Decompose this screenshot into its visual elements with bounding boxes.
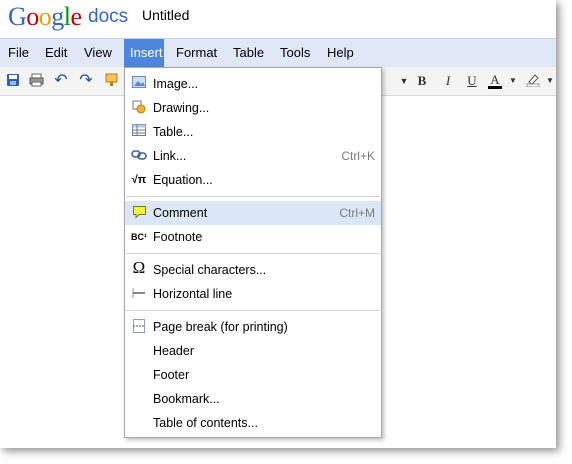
app-header: Google docs Untitled [0, 0, 556, 38]
omega-icon: Ω [132, 258, 146, 277]
text-color-dropdown-icon[interactable]: ▼ [505, 73, 521, 89]
redo-icon[interactable]: ↷ [78, 73, 94, 89]
logo-letter: G [8, 2, 27, 31]
equation-icon: √π [131, 174, 147, 186]
menu-item-footer[interactable]: Footer [125, 363, 381, 387]
footnote-icon: BC¹ [131, 232, 147, 242]
logo-letter: e [70, 2, 83, 31]
menu-item-label: Special characters... [153, 263, 267, 277]
link-icon [131, 148, 147, 164]
menu-tools[interactable]: Tools [274, 39, 316, 67]
font-size-dropdown-arrow-icon[interactable]: ▼ [396, 73, 412, 89]
product-name: docs [88, 6, 129, 27]
menu-item-drawing[interactable]: Drawing... [125, 96, 381, 120]
menu-item-bookmark[interactable]: Bookmark... [125, 387, 381, 411]
image-icon [131, 76, 147, 92]
menu-item-label: Header [153, 344, 194, 358]
menu-item-label: Comment [153, 206, 208, 220]
google-logo: Google [8, 2, 82, 32]
insert-menu: Image... Drawing... Table... Link... Ctr… [124, 67, 382, 438]
menu-item-table[interactable]: Table... [125, 120, 381, 144]
menu-file[interactable]: File [2, 39, 35, 67]
highlight-dropdown-icon[interactable]: ▼ [542, 73, 556, 89]
menu-separator [126, 253, 380, 254]
menu-item-label: Footer [153, 368, 190, 382]
menu-help[interactable]: Help [321, 39, 360, 67]
menu-item-link[interactable]: Link... Ctrl+K [125, 144, 381, 168]
menu-item-label: Horizontal line [153, 287, 233, 301]
save-icon[interactable] [5, 73, 21, 89]
logo-letter: o [38, 2, 52, 31]
menu-item-table-of-contents[interactable]: Table of contents... [125, 411, 381, 435]
horizontal-line-icon [131, 286, 147, 302]
menu-item-label: Image... [153, 77, 199, 91]
text-color-button[interactable]: A [488, 73, 502, 89]
menu-item-label: Page break (for printing) [153, 320, 288, 334]
menu-item-horizontal-line[interactable]: Horizontal line [125, 282, 381, 306]
italic-button[interactable]: I [440, 73, 456, 89]
logo-letter: o [26, 2, 39, 31]
menu-item-footnote[interactable]: BC¹ Footnote [125, 225, 381, 249]
menu-item-header[interactable]: Header [125, 339, 381, 363]
menu-item-label: Equation... [153, 173, 213, 187]
menu-item-label: Footnote [153, 230, 203, 244]
menu-table[interactable]: Table [227, 39, 270, 67]
menu-item-image[interactable]: Image... [125, 72, 381, 96]
shortcut-label: Ctrl+M [339, 206, 375, 220]
menu-item-label: Table of contents... [153, 416, 258, 430]
logo-letter: g [51, 2, 64, 31]
print-icon[interactable] [28, 73, 44, 89]
comment-icon [131, 205, 147, 221]
menu-item-label: Link... [153, 149, 187, 163]
menu-item-comment[interactable]: Comment Ctrl+M [125, 201, 381, 225]
menu-edit[interactable]: Edit [39, 39, 73, 67]
menu-item-special-characters[interactable]: Ω Special characters... [125, 258, 381, 282]
drawing-icon [131, 100, 147, 116]
undo-icon[interactable]: ↶ [53, 73, 69, 89]
menu-insert[interactable]: Insert [124, 39, 164, 67]
menubar: File Edit View Insert Format Table Tools… [0, 38, 556, 68]
logo-letter: l [63, 2, 71, 31]
menu-item-label: Bookmark... [153, 392, 220, 406]
table-icon [131, 124, 147, 140]
menu-item-page-break[interactable]: Page break (for printing) [125, 315, 381, 339]
menu-separator [126, 310, 380, 311]
menu-item-label: Drawing... [153, 101, 210, 115]
menu-view[interactable]: View [78, 39, 118, 67]
page-break-icon [131, 319, 147, 335]
shortcut-label: Ctrl+K [341, 149, 375, 163]
menu-item-label: Table... [153, 125, 194, 139]
app-window: Google docs Untitled File Edit View Inse… [0, 0, 556, 448]
paint-format-icon[interactable] [104, 73, 120, 89]
underline-button[interactable]: U [464, 73, 480, 89]
menu-separator [126, 196, 380, 197]
menu-item-equation[interactable]: √π Equation... [125, 168, 381, 192]
highlight-color-icon[interactable] [525, 73, 541, 89]
document-title[interactable]: Untitled [142, 7, 189, 23]
menu-format[interactable]: Format [170, 39, 223, 67]
bold-button[interactable]: B [414, 73, 430, 89]
